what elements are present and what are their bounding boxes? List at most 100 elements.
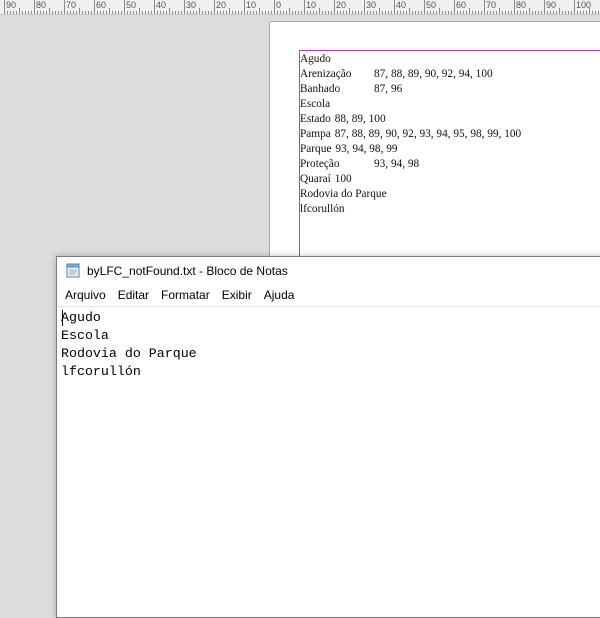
ruler-tick (364, 0, 365, 14)
ruler-tick (79, 8, 80, 14)
ruler-tick (70, 11, 71, 14)
editor-line: Rodovia do Parque (61, 346, 197, 361)
ruler-label: 10 (306, 0, 317, 10)
ruler-label: 80 (516, 0, 527, 10)
ruler-tick (13, 11, 14, 14)
ruler-tick (361, 11, 362, 14)
ruler-tick (286, 11, 287, 14)
ruler-tick (277, 11, 278, 14)
ruler-tick (82, 11, 83, 14)
ruler-tick (547, 11, 548, 14)
title-bar[interactable]: byLFC_notFound.txt - Bloco de Notas (57, 257, 600, 284)
ruler-tick (148, 11, 149, 14)
horizontal-ruler: 90 80 70 60 50 40 30 20 10 0 10 20 30 40… (0, 0, 600, 15)
ruler-tick (217, 11, 218, 14)
ruler-tick (118, 11, 119, 14)
ruler-tick (115, 11, 116, 14)
ruler-tick (169, 8, 170, 14)
ruler-tick (496, 11, 497, 14)
ruler-tick (151, 11, 152, 14)
ruler-label: 80 (36, 0, 47, 10)
ruler-tick (7, 11, 8, 14)
ruler-tick (130, 11, 131, 14)
ruler-tick (202, 11, 203, 14)
text-caret (62, 310, 63, 326)
ruler-tick (208, 11, 209, 14)
ruler-tick (22, 11, 23, 14)
ruler-tick (559, 8, 560, 14)
menu-exibir[interactable]: Exibir (216, 284, 258, 306)
ruler-label: 0 (276, 0, 282, 10)
ruler-tick (370, 11, 371, 14)
ruler-tick (175, 11, 176, 14)
ruler-tick (220, 11, 221, 14)
index-term: Rodovia do Parque (300, 188, 387, 200)
ruler-tick (229, 8, 230, 14)
ruler-tick (172, 11, 173, 14)
ruler-tick (385, 11, 386, 14)
ruler-tick (103, 11, 104, 14)
index-entry: Quaraí 100 (300, 172, 521, 187)
text-editor[interactable]: Agudo Escola Rodovia do Parque lfcorulló… (57, 307, 600, 617)
ruler-tick (523, 11, 524, 14)
ruler-tick (562, 11, 563, 14)
ruler-tick (511, 11, 512, 14)
ruler-tick (478, 11, 479, 14)
index-pages: 93, 94, 98 (374, 158, 420, 170)
ruler-label: 50 (126, 0, 137, 10)
ruler-tick (34, 0, 35, 14)
ruler-tick (283, 11, 284, 14)
ruler-tick (223, 11, 224, 14)
index-entry: Rodovia do Parque (300, 187, 521, 202)
ruler-tick (166, 11, 167, 14)
ruler-tick (505, 11, 506, 14)
ruler-tick (97, 11, 98, 14)
index-term: Proteção (300, 158, 340, 170)
index-pages: 93, 94, 98, 99 (335, 143, 398, 155)
menu-arquivo[interactable]: Arquivo (59, 284, 112, 306)
menu-formatar[interactable]: Formatar (155, 284, 216, 306)
ruler-label: 90 (546, 0, 557, 10)
index-entry: Parque 93, 94, 98, 99 (300, 142, 521, 157)
ruler-tick (430, 11, 431, 14)
ruler-tick (55, 11, 56, 14)
ruler-tick (463, 11, 464, 14)
ruler-tick (4, 0, 5, 14)
ruler-tick (583, 11, 584, 14)
menu-editar[interactable]: Editar (112, 284, 155, 306)
ruler-tick (259, 8, 260, 14)
index-entry: Proteção 93, 94, 98 (300, 157, 521, 172)
ruler-tick (49, 8, 50, 14)
index-text: Agudo Arenização 87, 88, 89, 90, 92, 94, … (300, 52, 521, 217)
ruler-tick (181, 11, 182, 14)
ruler-tick (61, 11, 62, 14)
index-entry: lfcorullón (300, 202, 521, 217)
ruler-tick (454, 0, 455, 14)
ruler-tick (247, 11, 248, 14)
notepad-window[interactable]: byLFC_notFound.txt - Bloco de Notas Arqu… (56, 256, 600, 618)
ruler-tick (214, 0, 215, 14)
ruler-tick (142, 11, 143, 14)
ruler-tick (424, 0, 425, 14)
ruler-tick (334, 0, 335, 14)
menu-ajuda[interactable]: Ajuda (258, 284, 301, 306)
ruler-tick (469, 8, 470, 14)
ruler-tick (256, 11, 257, 14)
ruler-tick (154, 0, 155, 14)
index-term: lfcorullón (300, 203, 345, 215)
ruler-tick (376, 11, 377, 14)
ruler-tick (556, 11, 557, 14)
ruler-tick (232, 11, 233, 14)
ruler-tick (193, 11, 194, 14)
ruler-tick (274, 0, 275, 14)
ruler-tick (433, 11, 434, 14)
ruler-tick (490, 11, 491, 14)
ruler-tick (304, 0, 305, 14)
ruler-tick (352, 11, 353, 14)
ruler-tick (265, 11, 266, 14)
ruler-tick (280, 11, 281, 14)
ruler-tick (397, 11, 398, 14)
ruler-tick (124, 0, 125, 14)
ruler-label: 20 (336, 0, 347, 10)
ruler-tick (91, 11, 92, 14)
